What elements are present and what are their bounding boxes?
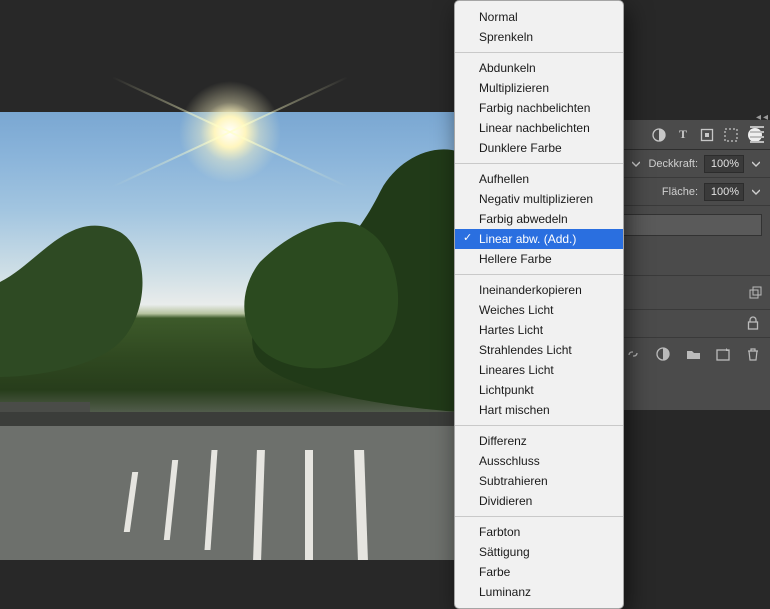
type-icon[interactable]: T	[676, 128, 690, 142]
image-canvas[interactable]	[0, 112, 460, 560]
opacity-label: Deckkraft:	[648, 158, 698, 170]
link-icon[interactable]	[626, 347, 640, 361]
menu-separator	[455, 516, 623, 517]
blend-mode-option[interactable]: Strahlendes Licht	[455, 340, 623, 360]
new-layer-icon[interactable]	[716, 347, 730, 361]
blend-mode-option[interactable]: Linear abw. (Add.)	[455, 229, 623, 249]
blend-mode-option[interactable]: Sättigung	[455, 542, 623, 562]
duplicate-icon[interactable]	[748, 286, 762, 300]
blend-mode-option[interactable]: Farbig nachbelichten	[455, 98, 623, 118]
lock-icon[interactable]	[746, 316, 760, 330]
menu-separator	[455, 163, 623, 164]
blend-mode-option[interactable]: Hellere Farbe	[455, 249, 623, 269]
path-icon[interactable]	[724, 128, 738, 142]
menu-separator	[455, 425, 623, 426]
blend-mode-option[interactable]: Lineares Licht	[455, 360, 623, 380]
blend-mode-option[interactable]: Luminanz	[455, 582, 623, 602]
panel-collapse-icon[interactable]: ◂◂	[756, 112, 770, 123]
menu-separator	[455, 274, 623, 275]
blend-mode-option[interactable]: Farbton	[455, 522, 623, 542]
opacity-value[interactable]: 100%	[704, 155, 744, 173]
blend-mode-option[interactable]: Lichtpunkt	[455, 380, 623, 400]
blend-mode-option[interactable]: Ineinanderkopieren	[455, 280, 623, 300]
mask-icon[interactable]	[700, 128, 714, 142]
fill-value[interactable]: 100%	[704, 183, 744, 201]
folder-icon[interactable]	[686, 347, 700, 361]
blend-mode-option[interactable]: Dividieren	[455, 491, 623, 511]
blend-mode-dropdown-chevron[interactable]	[630, 160, 642, 168]
blend-mode-option[interactable]: Farbig abwedeln	[455, 209, 623, 229]
panel-menu-icon[interactable]	[750, 126, 764, 143]
blend-mode-option[interactable]: Differenz	[455, 431, 623, 451]
blend-mode-option[interactable]: Subtrahieren	[455, 471, 623, 491]
blend-mode-option[interactable]: Ausschluss	[455, 451, 623, 471]
blend-mode-menu[interactable]: NormalSprenkelnAbdunkelnMultiplizierenFa…	[454, 0, 624, 609]
blend-mode-option[interactable]: Weiches Licht	[455, 300, 623, 320]
trash-icon[interactable]	[746, 347, 760, 361]
fill-chevron[interactable]	[750, 188, 762, 196]
road-marking	[305, 450, 313, 560]
blend-mode-option[interactable]: Farbe	[455, 562, 623, 582]
menu-separator	[455, 52, 623, 53]
blend-mode-option[interactable]: Hart mischen	[455, 400, 623, 420]
blend-mode-option[interactable]: Normal	[455, 7, 623, 27]
contrast-icon[interactable]	[652, 128, 666, 142]
blend-mode-option[interactable]: Negativ multiplizieren	[455, 189, 623, 209]
blend-mode-option[interactable]: Dunklere Farbe	[455, 138, 623, 158]
opacity-chevron[interactable]	[750, 160, 762, 168]
blend-mode-option[interactable]: Sprenkeln	[455, 27, 623, 47]
blend-mode-option[interactable]: Linear nachbelichten	[455, 118, 623, 138]
fill-label: Fläche:	[662, 186, 698, 198]
blend-mode-option[interactable]: Abdunkeln	[455, 58, 623, 78]
blend-mode-option[interactable]: Multiplizieren	[455, 78, 623, 98]
adjustment-icon[interactable]	[656, 347, 670, 361]
blend-mode-option[interactable]: Aufhellen	[455, 169, 623, 189]
blend-mode-option[interactable]: Hartes Licht	[455, 320, 623, 340]
